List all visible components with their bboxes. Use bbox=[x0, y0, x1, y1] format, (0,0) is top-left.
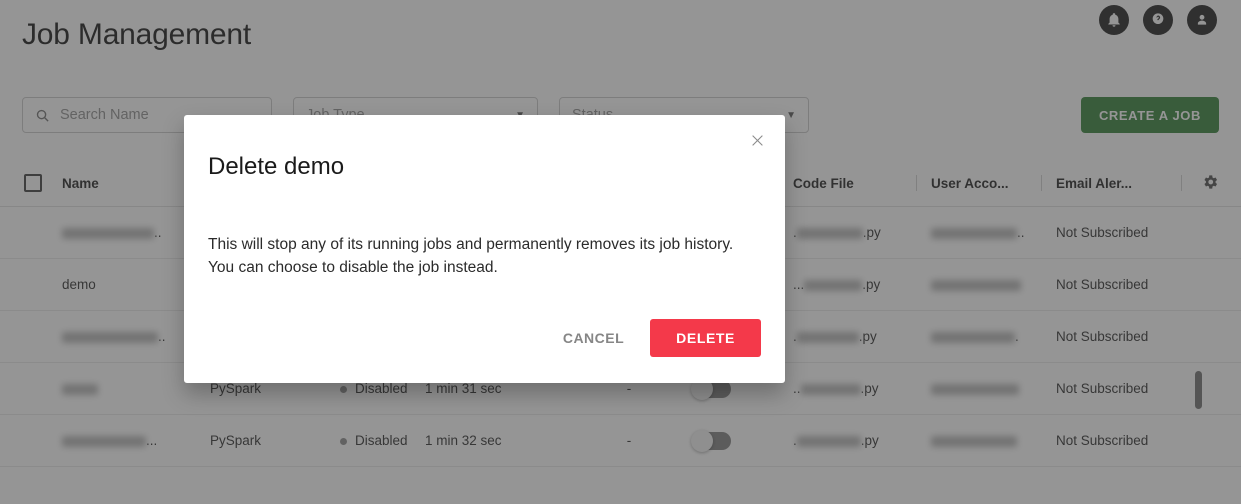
dialog-body-text: This will stop any of its running jobs a… bbox=[208, 236, 734, 277]
delete-job-dialog: Delete demo This will stop any of its ru… bbox=[184, 115, 785, 383]
dialog-actions: CANCEL DELETE bbox=[551, 319, 761, 357]
delete-button[interactable]: DELETE bbox=[650, 319, 761, 357]
dialog-title: Delete demo bbox=[208, 153, 345, 180]
close-icon[interactable] bbox=[746, 129, 768, 151]
cancel-button[interactable]: CANCEL bbox=[551, 320, 636, 356]
app-root: Job Management Search Name Job Type ▼ St… bbox=[0, 0, 1241, 504]
